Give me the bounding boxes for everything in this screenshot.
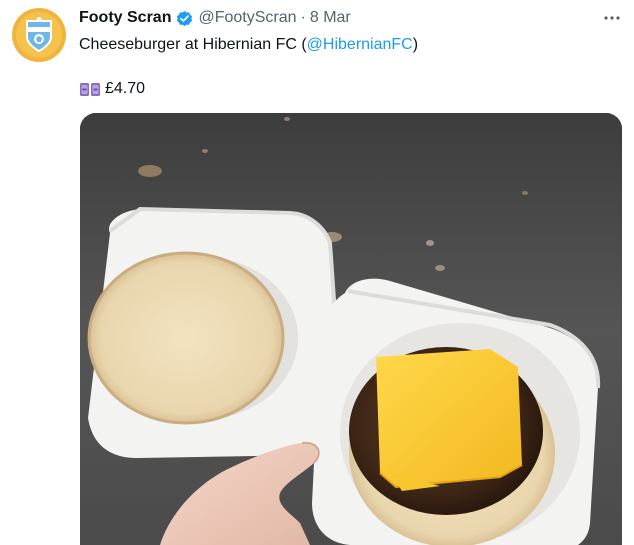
author-display-name[interactable]: Footy Scran — [79, 6, 171, 30]
verified-badge-icon — [175, 9, 194, 28]
price-line: £4.70 — [79, 78, 622, 100]
photo-cheeseburger-in-polystyrene-box — [80, 113, 622, 545]
money-bag-icon — [79, 80, 101, 98]
tweet-photo[interactable] — [80, 113, 622, 545]
tweet-text-suffix: ) — [412, 36, 419, 53]
tweet-text-prefix: Cheeseburger at Hibernian FC ( — [79, 36, 307, 53]
more-options-button[interactable] — [602, 8, 622, 28]
tweet-text: Cheeseburger at Hibernian FC (@Hibernian… — [79, 34, 622, 56]
tweet-date[interactable]: 8 Mar — [310, 6, 351, 30]
tweet-card: Footy Scran @FootyScran · 8 Mar Cheesebu… — [0, 0, 634, 545]
author-avatar[interactable] — [12, 8, 66, 62]
header-separator: · — [300, 9, 306, 26]
footy-scran-logo-icon — [16, 12, 62, 58]
tweet-content: Footy Scran @FootyScran · 8 Mar Cheesebu… — [79, 6, 622, 100]
tweet-header: Footy Scran @FootyScran · 8 Mar — [79, 6, 622, 30]
author-handle[interactable]: @FootyScran — [198, 6, 296, 30]
price-text: £4.70 — [105, 80, 146, 97]
more-dots-icon — [604, 16, 620, 20]
mention-link[interactable]: @HibernianFC — [307, 36, 413, 53]
